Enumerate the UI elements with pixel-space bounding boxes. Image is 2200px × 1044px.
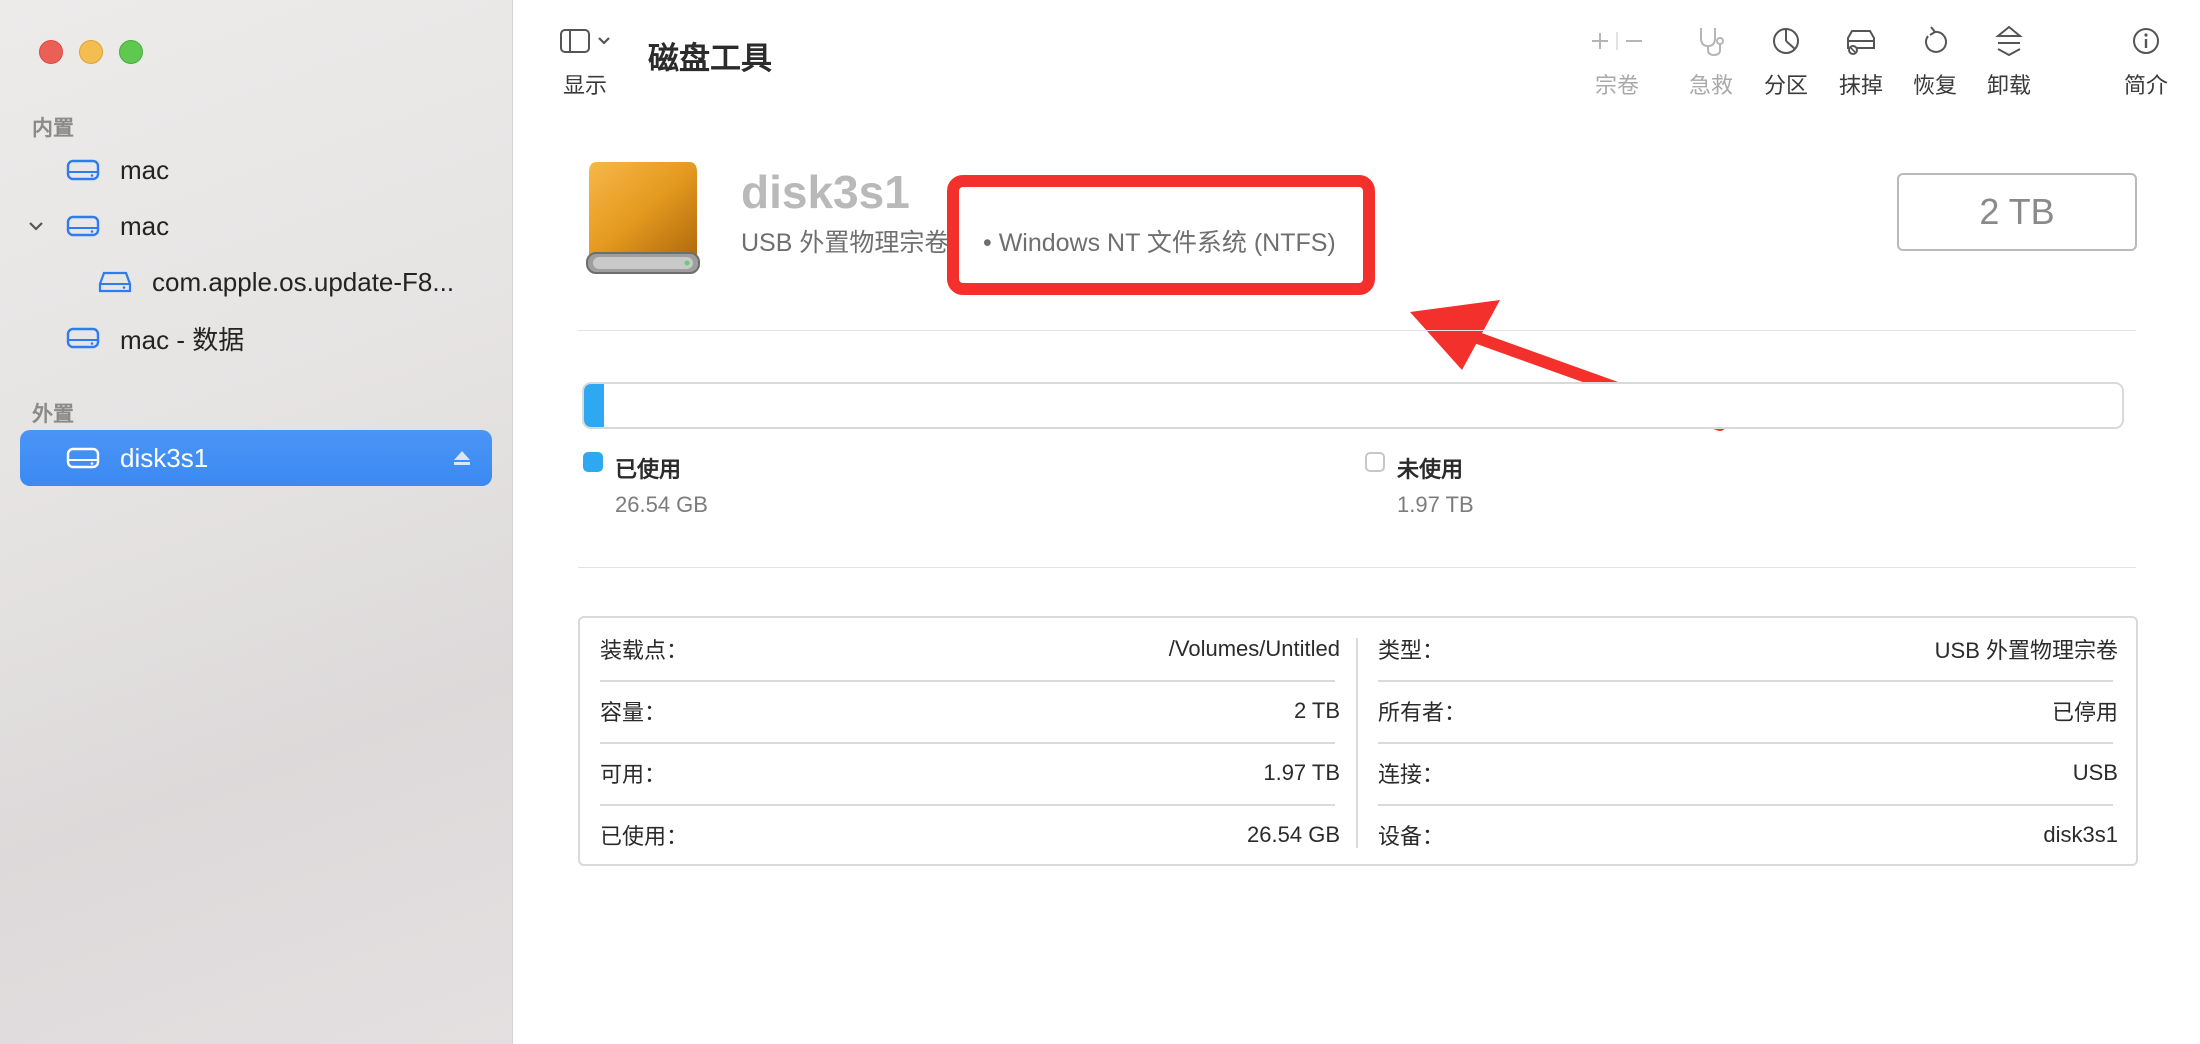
firstaid-label: 急救	[1688, 73, 1733, 98]
info-value: USB	[2072, 760, 2118, 785]
info-row-type: 类型： USB 外置物理宗卷	[1378, 618, 2118, 680]
sidebar-item-mac-container[interactable]: mac	[20, 198, 492, 254]
external-disk-icon	[586, 162, 700, 274]
info-row-connection: 连接： USB	[1378, 742, 2118, 804]
section-internal-label: 内置	[32, 117, 74, 140]
info-value: 1.97 TB	[1263, 760, 1340, 785]
info-value: 已停用	[2051, 700, 2118, 725]
info-row-available: 可用： 1.97 TB	[600, 742, 1340, 804]
close-window-button[interactable]	[39, 40, 63, 64]
info-row-mount-point: 装载点： /Volumes/Untitled	[600, 618, 1340, 680]
volume-label: 宗卷	[1594, 73, 1639, 98]
stethoscope-icon	[1700, 28, 1724, 57]
info-key: 容量：	[600, 700, 667, 725]
info-column-left: 装载点： /Volumes/Untitled 容量： 2 TB 可用： 1.97…	[580, 618, 1340, 864]
view-toggle-button[interactable]: 显示	[550, 24, 620, 100]
info-key: 装载点：	[600, 638, 689, 663]
erase-label: 抹掉	[1838, 73, 1883, 98]
sidebar-item-label: mac	[120, 210, 170, 241]
sidebar-item-disk3s1[interactable]: disk3s1	[20, 430, 492, 486]
divider	[578, 330, 2136, 331]
info-value: /Volumes/Untitled	[1168, 636, 1340, 661]
info-row-capacity: 容量： 2 TB	[600, 680, 1340, 742]
info-value: USB 外置物理宗卷	[1934, 638, 2118, 663]
info-key: 所有者：	[1378, 700, 1467, 725]
disk-name: disk3s1	[741, 166, 910, 218]
info-icon	[2133, 28, 2159, 54]
disk-size-box: 2 TB	[1897, 173, 2137, 251]
info-row-owners: 所有者： 已停用	[1378, 680, 2118, 742]
restore-label: 恢复	[1912, 73, 1957, 98]
drive-icon	[66, 327, 100, 349]
pie-chart-icon	[1773, 28, 1799, 54]
unmount-icon	[1995, 25, 2023, 57]
chevron-down-icon[interactable]	[26, 216, 46, 236]
app-title: 磁盘工具	[648, 41, 772, 76]
partition-button[interactable]: 分区	[1751, 24, 1821, 100]
section-external-label: 外置	[32, 403, 74, 426]
erase-drive-icon	[1847, 30, 1875, 55]
partition-label: 分区	[1763, 73, 1808, 98]
sidebar-item-label: com.apple.os.update-F8...	[152, 266, 455, 297]
free-legend-swatch	[1365, 452, 1385, 472]
used-legend-value: 26.54 GB	[615, 492, 708, 517]
unmount-button[interactable]: 卸载	[1974, 24, 2044, 100]
minimize-window-button[interactable]	[79, 40, 103, 64]
disk-filesystem-subtitle: • Windows NT 文件系统 (NTFS)	[983, 229, 1336, 257]
sidebar: 内置 mac mac com.apple.os.update-F8... mac…	[0, 0, 513, 1044]
drive-icon	[66, 447, 100, 469]
info-key: 可用：	[600, 762, 667, 787]
restore-button[interactable]: 恢复	[1900, 24, 1970, 100]
usage-bar-used-fill	[584, 384, 604, 427]
info-button[interactable]: 简介	[2111, 24, 2181, 100]
info-label: 简介	[2123, 73, 2168, 98]
unmount-label: 卸载	[1986, 73, 2031, 98]
info-key: 设备：	[1378, 824, 1445, 849]
usage-bar	[582, 382, 2124, 429]
volume-button[interactable]: 宗卷	[1582, 24, 1652, 100]
sidebar-item-mac-data[interactable]: mac - 数据	[20, 310, 492, 366]
restore-icon	[1925, 26, 1947, 53]
sidebar-toggle-icon	[560, 29, 610, 53]
info-row-used: 已使用： 26.54 GB	[600, 804, 1340, 866]
eject-icon[interactable]	[452, 448, 472, 468]
info-table: 装载点： /Volumes/Untitled 容量： 2 TB 可用： 1.97…	[578, 616, 2138, 866]
sidebar-item-mac[interactable]: mac	[20, 142, 492, 198]
info-value: 2 TB	[1293, 698, 1340, 723]
sidebar-item-label: mac - 数据	[120, 324, 245, 355]
disk-type-subtitle: USB 外置物理宗卷	[741, 229, 950, 257]
drive-icon	[66, 159, 100, 181]
free-legend-value: 1.97 TB	[1397, 492, 1474, 517]
zoom-window-button[interactable]	[119, 40, 143, 64]
erase-button[interactable]: 抹掉	[1826, 24, 1896, 100]
used-legend-swatch	[583, 452, 603, 472]
divider	[578, 567, 2136, 568]
info-value: disk3s1	[2043, 822, 2118, 847]
sidebar-item-label: mac	[120, 154, 170, 185]
info-value: 26.54 GB	[1247, 822, 1340, 847]
info-key: 已使用：	[600, 824, 689, 849]
firstaid-button[interactable]: 急救	[1676, 24, 1746, 100]
info-column-right: 类型： USB 外置物理宗卷 所有者： 已停用 连接： USB 设备： disk…	[1358, 618, 2118, 864]
sidebar-item-label: disk3s1	[120, 442, 209, 473]
info-key: 连接：	[1378, 762, 1445, 787]
free-legend-label: 未使用	[1397, 457, 1464, 482]
drive-icon	[66, 215, 100, 237]
info-key: 类型：	[1378, 638, 1445, 663]
view-label: 显示	[562, 73, 607, 98]
snapshot-drive-icon	[98, 271, 132, 293]
info-row-device: 设备： disk3s1	[1378, 804, 2118, 866]
sidebar-item-update-snapshot[interactable]: com.apple.os.update-F8...	[20, 254, 492, 310]
used-legend-label: 已使用	[615, 457, 682, 482]
plus-minus-icon	[1592, 32, 1642, 50]
